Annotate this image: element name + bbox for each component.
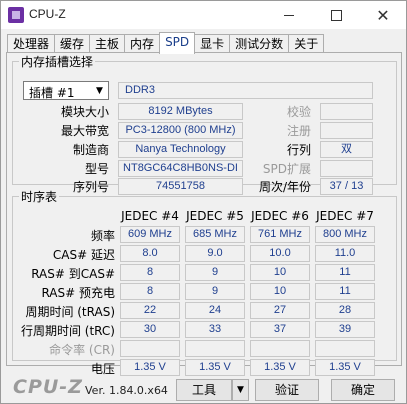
tab-6[interactable]: 测试分数 — [229, 34, 290, 54]
timing-table-title: 时序表 — [19, 188, 60, 205]
spd-panel: 内存插槽选择 插槽 #1 ▼ DDR3 模块大小 8192 MBytes 校验 … — [6, 52, 402, 376]
timing-column-header: JEDEC #4 — [121, 209, 179, 223]
title-bar: CPU-Z ✕ — [1, 1, 406, 29]
timing-cell: 10.0 — [250, 245, 310, 262]
spd-ext-label: SPD扩展 — [262, 162, 311, 176]
module-size-label: 模块大小 — [60, 105, 109, 119]
timing-cell: 761 MHz — [250, 226, 310, 243]
timing-row-label: 周期时间 (tRAS) — [25, 305, 115, 319]
verify-button[interactable]: 验证 — [255, 379, 319, 401]
timing-cell: 10 — [250, 264, 310, 281]
max-bandwidth-label: 最大带宽 — [60, 124, 109, 138]
timing-column-header: JEDEC #7 — [316, 209, 374, 223]
week-year-label: 周次/年份 — [258, 180, 311, 194]
timing-cell: 10 — [250, 283, 310, 300]
timing-cell — [120, 340, 180, 357]
timing-cell: 9 — [185, 283, 245, 300]
timing-column-header: JEDEC #6 — [251, 209, 309, 223]
tab-3[interactable]: 内存 — [124, 34, 161, 54]
tab-4[interactable]: SPD — [159, 32, 196, 54]
version-text: Ver. 1.84.0.x64 — [85, 384, 168, 397]
registered-label: 注册 — [286, 124, 311, 138]
timing-cell: 800 MHz — [315, 226, 375, 243]
slot-select-value: 插槽 #1 — [29, 86, 75, 100]
spd-ext-value — [320, 160, 373, 177]
timing-cell: 9.0 — [185, 245, 245, 262]
memory-slot-group-title: 内存插槽选择 — [19, 53, 96, 70]
memory-type-field: DDR3 — [118, 82, 373, 99]
cpuz-app-icon — [8, 7, 24, 23]
minimize-button[interactable] — [269, 1, 309, 29]
tab-7[interactable]: 关于 — [288, 34, 325, 54]
timing-cell: 8 — [120, 283, 180, 300]
correction-value — [320, 103, 373, 120]
ranks-value: 双 — [320, 141, 373, 158]
timing-cell: 1.35 V — [185, 359, 245, 376]
window-title: CPU-Z — [29, 7, 66, 21]
timing-cell: 1.35 V — [120, 359, 180, 376]
timing-cell: 609 MHz — [120, 226, 180, 243]
timing-cell: 11 — [315, 283, 375, 300]
max-bandwidth-value: PC3-12800 (800 MHz) — [118, 122, 243, 139]
timing-cell: 8.0 — [120, 245, 180, 262]
timing-row-label: 电压 — [90, 362, 115, 376]
timing-cell: 37 — [250, 321, 310, 338]
timing-cell: 24 — [185, 302, 245, 319]
timing-cell: 28 — [315, 302, 375, 319]
registered-value — [320, 122, 373, 139]
cpuz-logo: CPU-Z — [13, 376, 83, 398]
timing-cell: 27 — [250, 302, 310, 319]
chevron-down-icon: ▼ — [96, 85, 103, 96]
tab-2[interactable]: 主板 — [89, 34, 126, 54]
timing-cell: 11.0 — [315, 245, 375, 262]
correction-label: 校验 — [286, 105, 311, 119]
timing-cell: 8 — [120, 264, 180, 281]
tab-1[interactable]: 缓存 — [54, 34, 91, 54]
timing-cell: 1.35 V — [315, 359, 375, 376]
tab-bar: 处理器 缓存 主板 内存 SPD 显卡 测试分数 关于 — [7, 32, 325, 54]
timing-row-label: 行周期时间 (tRC) — [20, 324, 115, 338]
tools-button[interactable]: 工具 — [176, 379, 232, 401]
ranks-label: 行列 — [286, 143, 311, 157]
timing-column-header: JEDEC #5 — [186, 209, 244, 223]
timing-row-label: CAS# 延迟 — [52, 248, 115, 262]
slot-select[interactable]: 插槽 #1 ▼ — [23, 81, 109, 100]
tab-0[interactable]: 处理器 — [7, 34, 56, 54]
timing-row-label: 频率 — [90, 229, 115, 243]
serial-value: 74551758 — [118, 178, 243, 195]
manufacturer-label: 制造商 — [72, 143, 109, 157]
timing-cell: 11 — [315, 264, 375, 281]
part-number-value: NT8GC64C8HB0NS-DI — [118, 160, 243, 177]
cpuz-window: CPU-Z ✕ 处理器 缓存 主板 内存 SPD 显卡 测试分数 关于 内存插槽选择 插槽 #… — [0, 0, 407, 404]
timing-row-label: RAS# 预充电 — [41, 286, 115, 300]
timing-cell — [185, 340, 245, 357]
timing-cell: 22 — [120, 302, 180, 319]
maximize-button[interactable] — [316, 1, 356, 29]
timing-table-group: 时序表 JEDEC #4 JEDEC #5 JEDEC #6 JEDEC #7 频率 60… — [12, 188, 397, 376]
timing-cell: 30 — [120, 321, 180, 338]
close-button[interactable]: ✕ — [363, 1, 403, 29]
timing-cell: 685 MHz — [185, 226, 245, 243]
timing-cell: 9 — [185, 264, 245, 281]
timing-cell — [315, 340, 375, 357]
tools-dropdown-button[interactable]: ▼ — [232, 379, 249, 401]
ok-button[interactable]: 确定 — [331, 379, 395, 401]
part-number-label: 型号 — [84, 162, 109, 176]
module-size-value: 8192 MBytes — [118, 103, 243, 120]
memory-slot-group: 内存插槽选择 插槽 #1 ▼ DDR3 模块大小 8192 MBytes 校验 … — [12, 53, 397, 195]
timing-cell: 39 — [315, 321, 375, 338]
timing-row-label: RAS# 到CAS# — [31, 267, 115, 281]
timing-cell — [250, 340, 310, 357]
timing-cell: 33 — [185, 321, 245, 338]
tab-5[interactable]: 显卡 — [194, 34, 231, 54]
manufacturer-value: Nanya Technology — [118, 141, 243, 158]
chevron-down-icon: ▼ — [237, 385, 244, 395]
week-year-value: 37 / 13 — [320, 178, 373, 195]
timing-cell: 1.35 V — [250, 359, 310, 376]
timing-row-label: 命令率 (CR) — [49, 343, 115, 357]
